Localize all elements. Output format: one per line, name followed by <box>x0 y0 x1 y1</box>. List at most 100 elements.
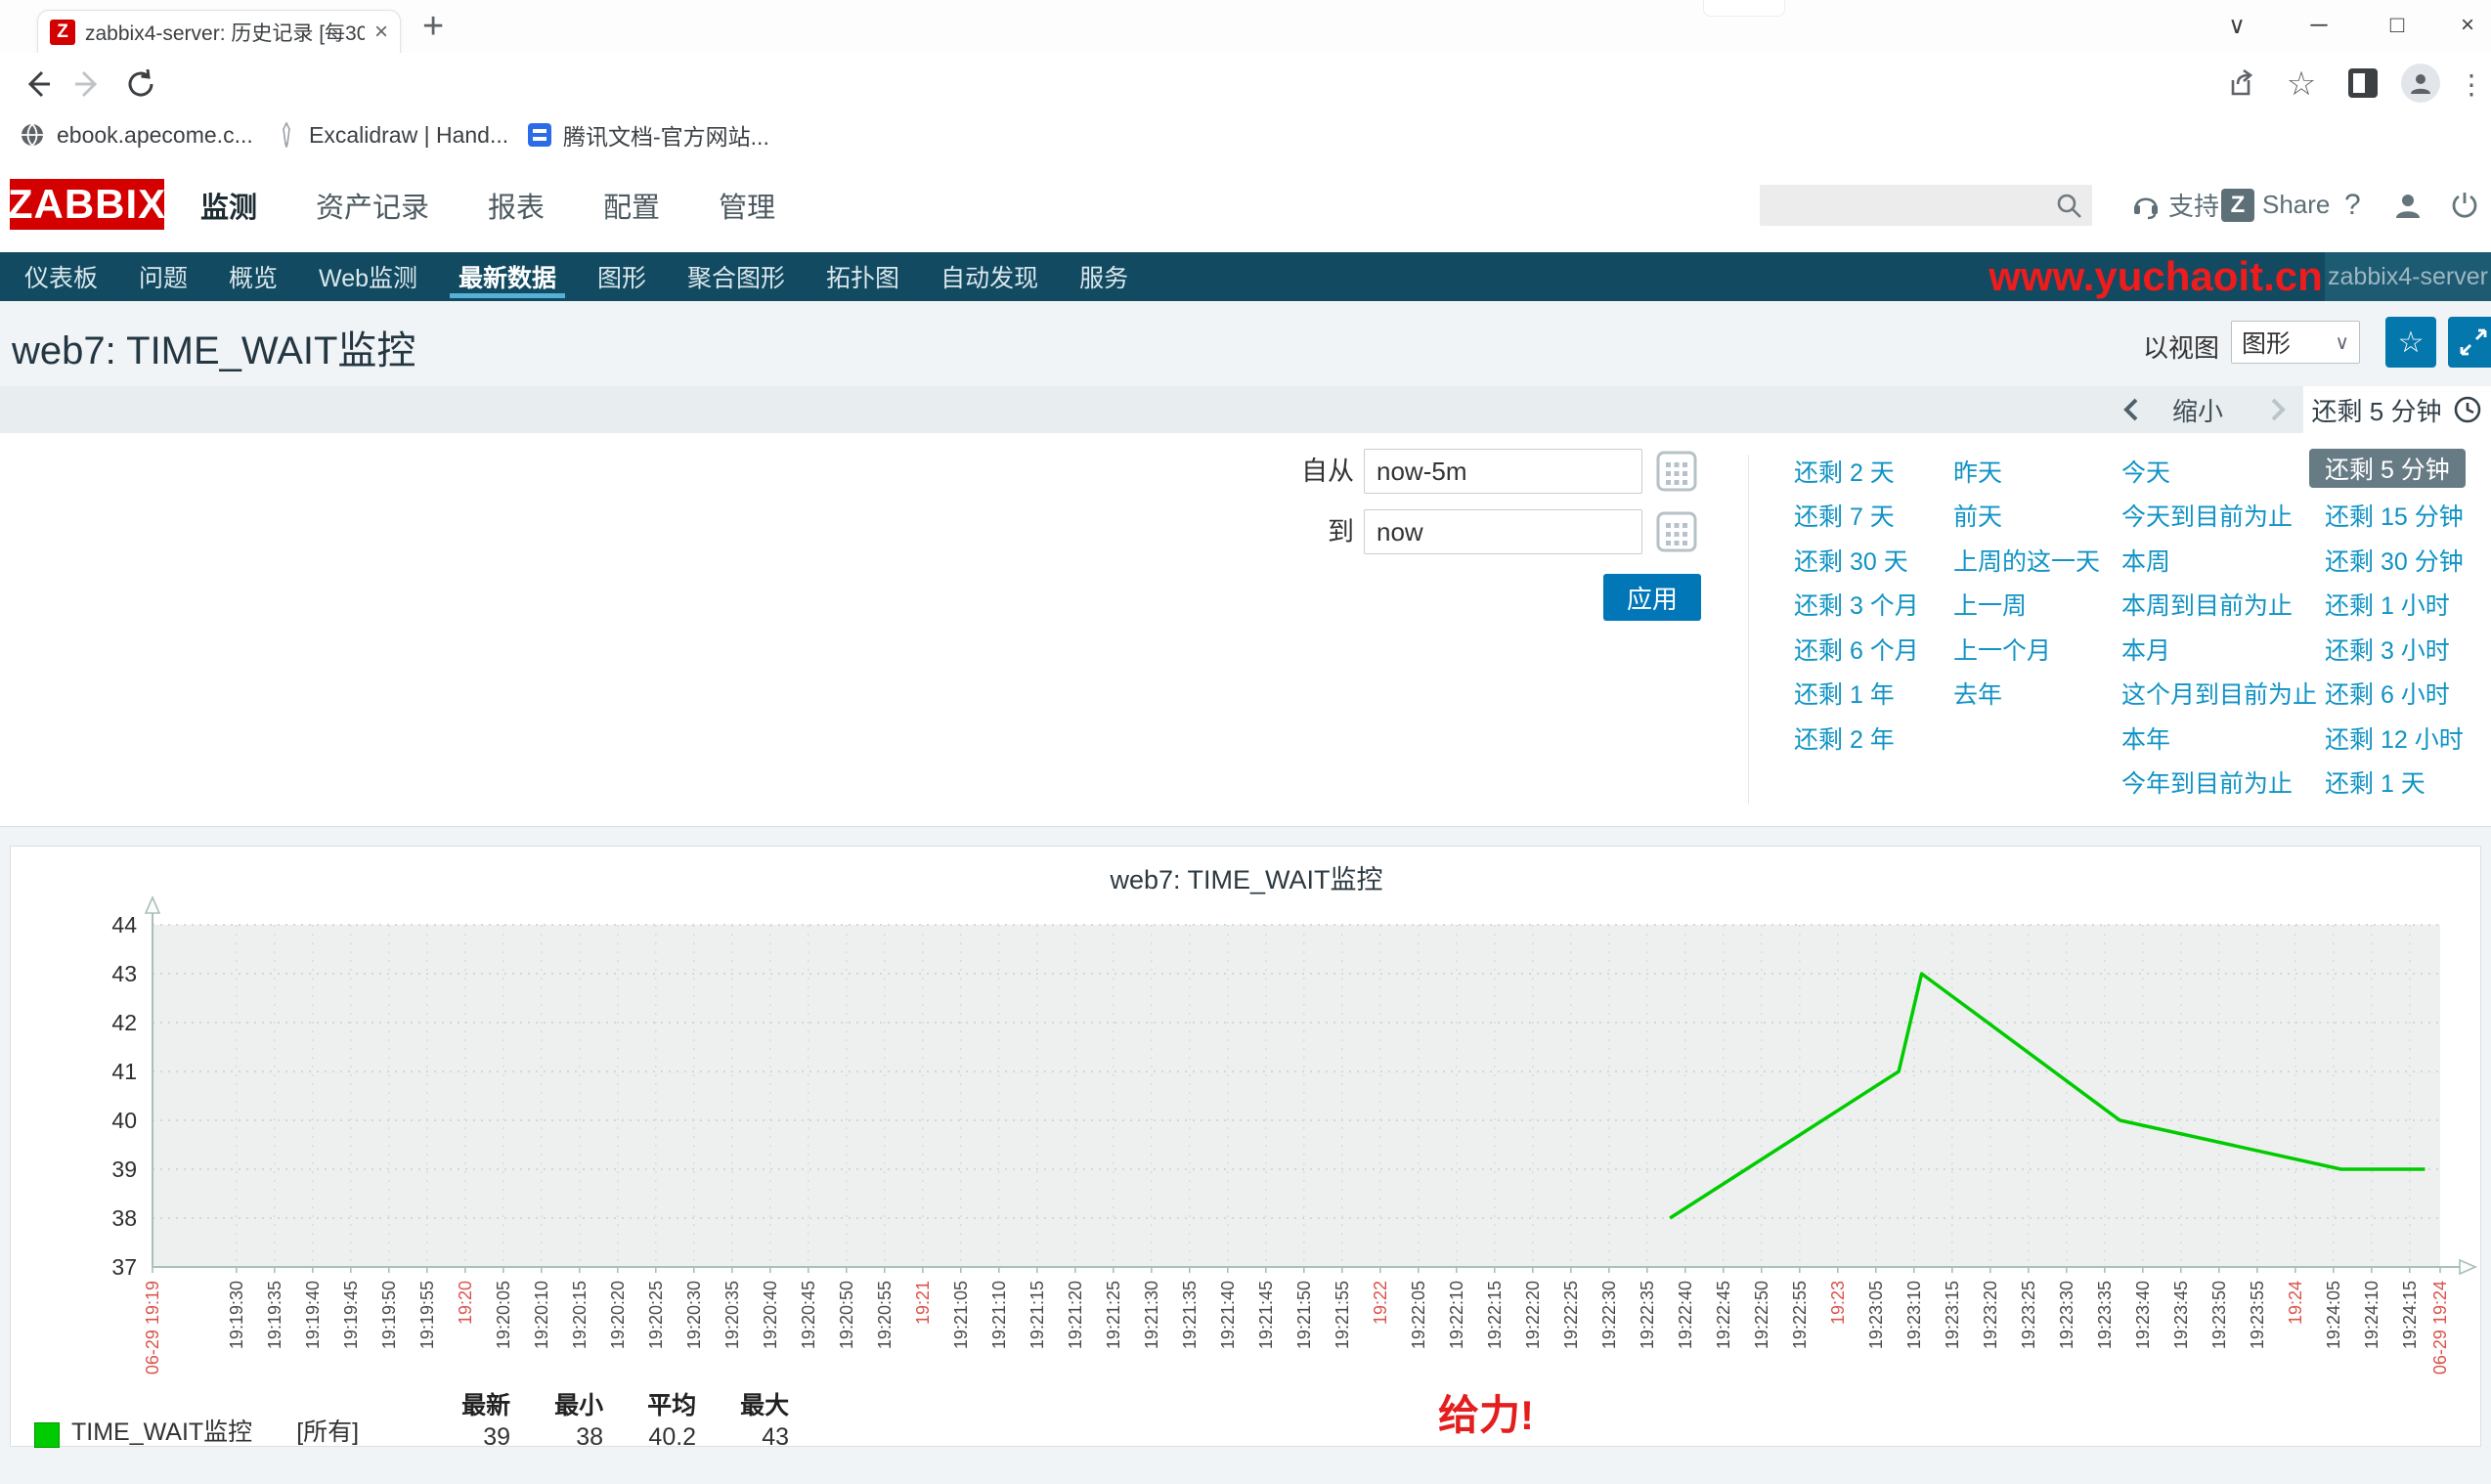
window-close-button[interactable]: × <box>2442 6 2491 45</box>
subnav-item[interactable]: 聚合图形 <box>667 252 806 301</box>
bookmark-label: ebook.apecome.c... <box>57 122 253 149</box>
bookmark-star-button[interactable]: ☆ <box>2282 65 2321 104</box>
bookmark-item[interactable]: Excalidraw | Hand... <box>276 113 508 156</box>
quick-range-link[interactable]: 还剩 30 分钟 <box>2309 538 2479 583</box>
time-range-tab[interactable]: 还剩 5 分钟 <box>2303 386 2491 433</box>
subnav-item[interactable]: 最新数据 <box>438 252 577 301</box>
main-nav-item[interactable]: 报表 <box>488 185 545 226</box>
from-input[interactable] <box>1364 449 1642 494</box>
quick-range-link[interactable]: 本月 <box>2121 627 2317 672</box>
logout-button[interactable] <box>2450 157 2479 252</box>
quick-range-link[interactable]: 上一个月 <box>1953 627 2100 672</box>
zoom-left-button[interactable] <box>2120 396 2145 423</box>
quick-range-link[interactable]: 还剩 30 天 <box>1794 538 1919 583</box>
window-dropdown-chevron-icon[interactable]: ∨ <box>2211 6 2262 45</box>
main-nav: 监测 资产记录 报表 配置 管理 <box>200 157 775 252</box>
browser-tab[interactable]: Z zabbix4-server: 历史记录 [每30 × <box>37 10 401 53</box>
zabbix-logo[interactable]: ZABBIX <box>10 179 164 230</box>
subnav-item[interactable]: Web监测 <box>298 252 438 301</box>
subnav-item[interactable]: 服务 <box>1059 252 1149 301</box>
global-search-input[interactable] <box>1760 185 2092 226</box>
quick-range-link[interactable]: 前天 <box>1953 494 2100 539</box>
user-profile-button[interactable] <box>2393 157 2423 252</box>
profile-avatar[interactable] <box>2401 64 2440 103</box>
x-tick-label: 19:20:45 <box>799 1281 818 1349</box>
quick-range-link[interactable]: 今天到目前为止 <box>2121 494 2317 539</box>
to-input[interactable] <box>1364 509 1642 554</box>
quick-range-link[interactable]: 昨天 <box>1953 449 2100 494</box>
quick-range-link[interactable]: 还剩 1 天 <box>2309 761 2479 806</box>
share-page-button[interactable] <box>2221 65 2260 104</box>
from-calendar-button[interactable] <box>1654 449 1699 494</box>
quick-range-link[interactable]: 上周的这一天 <box>1953 538 2100 583</box>
support-link[interactable]: 支持 <box>2131 157 2219 252</box>
quick-range-link[interactable]: 还剩 1 小时 <box>2309 583 2479 628</box>
main-nav-item[interactable]: 监测 <box>200 185 257 226</box>
subnav-item[interactable]: 图形 <box>577 252 667 301</box>
share-link[interactable]: Z Share <box>2221 157 2330 252</box>
quick-range-link[interactable]: 去年 <box>1953 672 2100 717</box>
quick-range-link[interactable]: 本周到目前为止 <box>2121 583 2317 628</box>
stat-header: 最新 <box>417 1386 510 1421</box>
quick-range-link[interactable]: 还剩 2 天 <box>1794 449 1919 494</box>
view-as-value: 图形 <box>2242 325 2291 360</box>
zoom-right-button[interactable] <box>2264 396 2290 423</box>
quick-range-link[interactable]: 还剩 3 小时 <box>2309 627 2479 672</box>
timewait-chart: 373839404142434406-29 19:1919:19:3019:19… <box>11 892 2482 1380</box>
browser-menu-button[interactable]: ⋮ <box>2452 65 2491 104</box>
quick-range-link[interactable]: 还剩 1 年 <box>1794 672 1919 717</box>
series-stats: 最新 最小 平均 最大 39 38 40.2 43 <box>417 1386 789 1452</box>
x-tick-label: 19:21:25 <box>1104 1281 1123 1349</box>
subnav-item[interactable]: 问题 <box>118 252 208 301</box>
main-nav-item[interactable]: 配置 <box>603 185 660 226</box>
subnav-item[interactable]: 概览 <box>208 252 298 301</box>
forward-button[interactable] <box>68 65 108 104</box>
side-panel-button[interactable] <box>2348 68 2378 98</box>
stat-value-max: 43 <box>696 1423 789 1452</box>
zoom-out-button[interactable]: 缩小 <box>2172 386 2223 433</box>
quick-range-link[interactable]: 还剩 5 分钟 <box>2309 449 2466 488</box>
quick-range-link[interactable]: 上一周 <box>1953 583 2100 628</box>
kiosk-mode-button[interactable] <box>2448 317 2491 368</box>
to-calendar-button[interactable] <box>1654 509 1699 554</box>
quick-range-link[interactable]: 还剩 7 天 <box>1794 494 1919 539</box>
globe-icon <box>20 122 45 148</box>
new-tab-button[interactable]: + <box>422 8 444 45</box>
back-button[interactable] <box>18 65 57 104</box>
tab-close-icon[interactable]: × <box>374 21 388 44</box>
main-nav-item[interactable]: 管理 <box>719 185 775 226</box>
quick-range-link[interactable]: 还剩 2 年 <box>1794 716 1919 761</box>
reload-button[interactable] <box>121 65 160 104</box>
quick-range-link[interactable]: 这个月到目前为止 <box>2121 672 2317 717</box>
headset-icon <box>2131 191 2161 220</box>
x-tick-label: 19:22:30 <box>1599 1281 1619 1349</box>
quick-range-link[interactable]: 今天 <box>2121 449 2317 494</box>
main-nav-item[interactable]: 资产记录 <box>316 185 429 226</box>
bookmark-item[interactable]: ebook.apecome.c... <box>20 113 253 156</box>
quick-ranges-column-4: 还剩 5 分钟还剩 15 分钟还剩 30 分钟还剩 1 小时还剩 3 小时还剩 … <box>2309 449 2479 805</box>
window-maximize-button[interactable]: □ <box>2372 6 2423 45</box>
view-as-label: 以视图 <box>2143 328 2219 365</box>
quick-range-link[interactable]: 还剩 6 小时 <box>2309 672 2479 717</box>
quick-range-link[interactable]: 本周 <box>2121 538 2317 583</box>
subnav-item[interactable]: 拓扑图 <box>806 252 920 301</box>
quick-range-link[interactable]: 还剩 12 小时 <box>2309 716 2479 761</box>
tab-title: zabbix4-server: 历史记录 [每30 <box>85 18 365 47</box>
window-minimize-button[interactable]: ─ <box>2294 6 2344 45</box>
x-tick-label: 19:24:10 <box>2362 1281 2382 1349</box>
view-as-select[interactable]: 图形 ∨ <box>2231 321 2360 364</box>
subnav-item[interactable]: 仪表板 <box>4 252 118 301</box>
help-button[interactable]: ? <box>2344 157 2361 252</box>
apply-button[interactable]: 应用 <box>1603 574 1701 621</box>
y-tick-label: 39 <box>111 1157 137 1182</box>
quick-range-link[interactable]: 还剩 15 分钟 <box>2309 494 2479 539</box>
calendar-icon <box>1656 451 1697 492</box>
bookmark-item[interactable]: 腾讯文档-官方网站... <box>528 113 769 156</box>
quick-range-link[interactable]: 还剩 6 个月 <box>1794 627 1919 672</box>
subnav-item[interactable]: 自动发现 <box>920 252 1059 301</box>
quick-range-link[interactable]: 还剩 3 个月 <box>1794 583 1919 628</box>
x-tick-label: 19:20:15 <box>570 1281 590 1349</box>
favourite-button[interactable]: ☆ <box>2385 317 2436 368</box>
quick-range-link[interactable]: 本年 <box>2121 716 2317 761</box>
quick-range-link[interactable]: 今年到目前为止 <box>2121 761 2317 806</box>
